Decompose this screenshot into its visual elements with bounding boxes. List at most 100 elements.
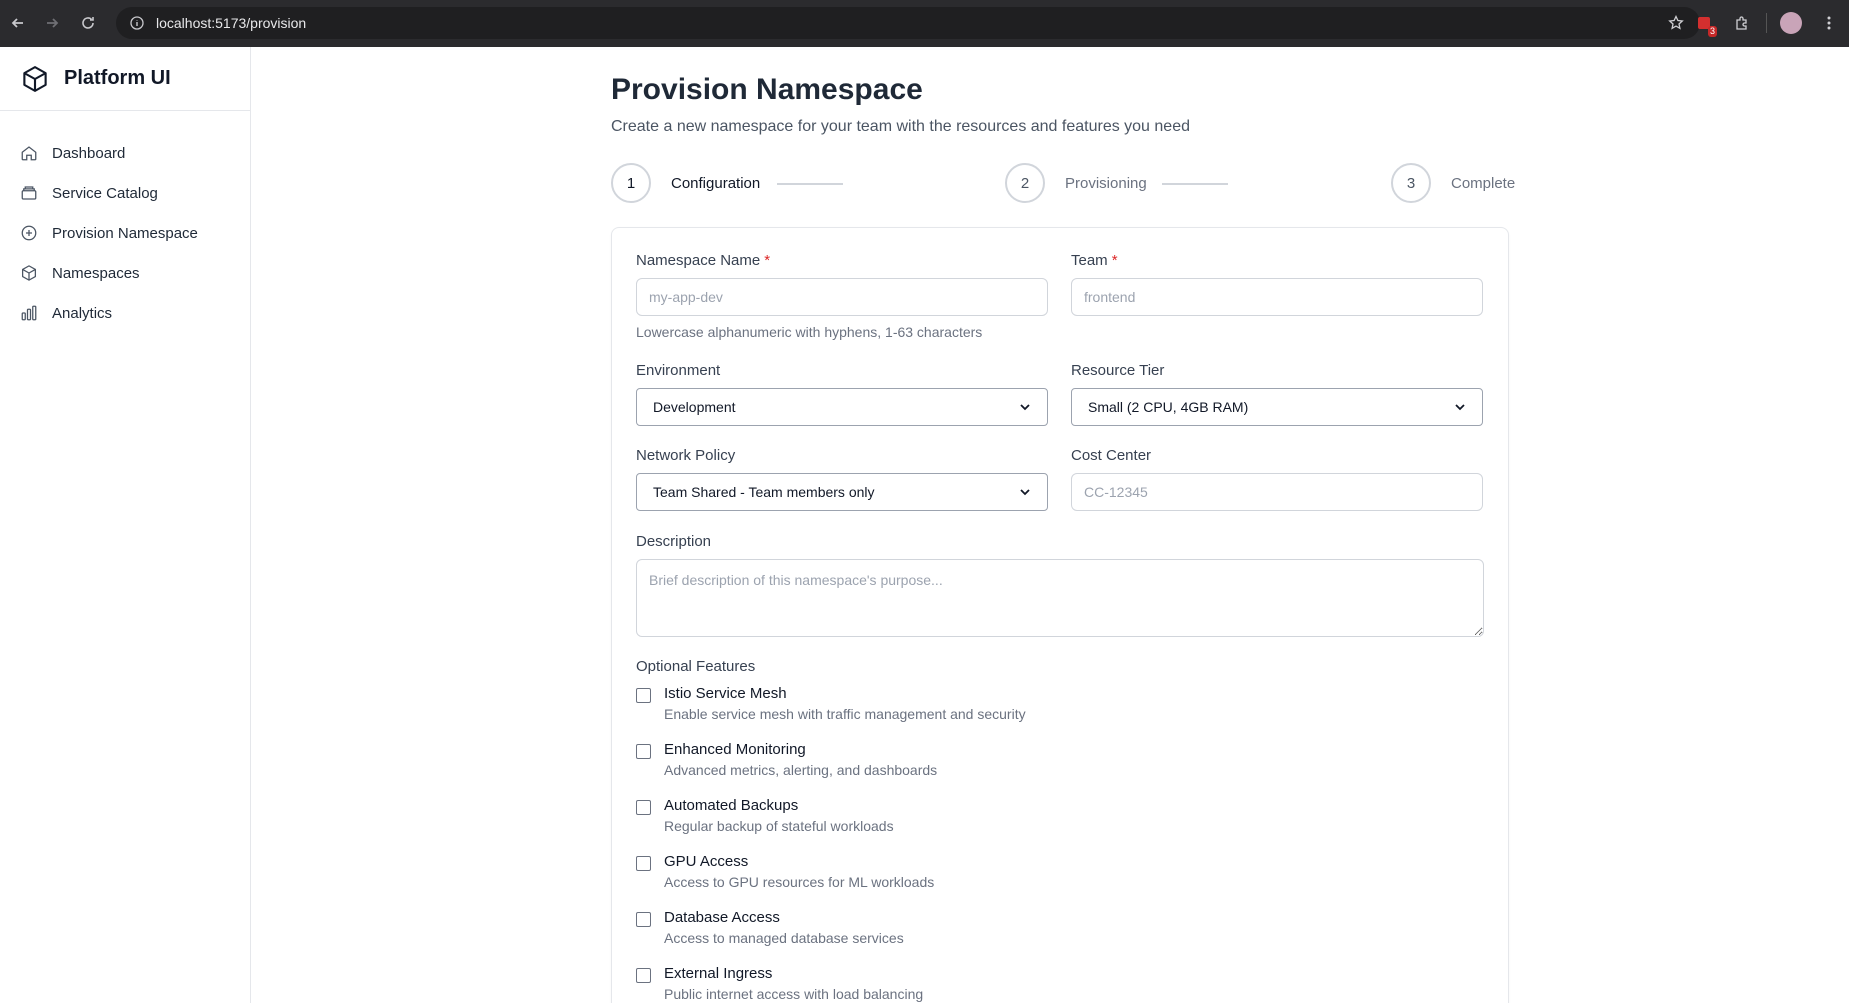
feature-checkbox[interactable] (636, 688, 651, 703)
main-content: Provision Namespace Create a new namespa… (252, 47, 1849, 1003)
select-value: Team Shared - Team members only (653, 484, 875, 500)
feature-checkbox[interactable] (636, 968, 651, 983)
reload-button[interactable] (70, 5, 106, 41)
resource-tier-field: Resource Tier Small (2 CPU, 4GB RAM) (1071, 362, 1483, 426)
network-policy-select[interactable]: Team Shared - Team members only (636, 473, 1048, 511)
feature-title: Automated Backups (664, 797, 799, 814)
browser-toolbar: localhost:5173/provision 3 (0, 0, 1849, 47)
cube-logo-icon (23, 65, 47, 92)
bar-chart-icon (21, 305, 37, 321)
team-field: Team * (1071, 252, 1483, 316)
feature-description: Public internet access with load balanci… (664, 986, 924, 1002)
feature-checkbox[interactable] (636, 856, 651, 871)
description-field: Description (636, 533, 1484, 642)
home-icon (21, 146, 37, 161)
step-label: Complete (1451, 174, 1516, 192)
feature-description: Regular backup of stateful workloads (664, 818, 894, 834)
feature-description: Access to GPU resources for ML workloads (664, 874, 935, 890)
step-label: Provisioning (1065, 174, 1147, 192)
url-text: localhost:5173/provision (156, 15, 307, 31)
required-marker: * (764, 252, 771, 269)
sidebar: Platform UI Dashboard Service Catalog Pr… (0, 47, 251, 1003)
feature-checkbox[interactable] (636, 800, 651, 815)
extension-badge: 3 (1707, 26, 1717, 37)
chevron-down-icon (1020, 404, 1030, 411)
sidebar-item-namespaces[interactable]: Namespaces (0, 253, 250, 293)
feature-checkbox[interactable] (636, 912, 651, 927)
extensions-menu-button[interactable] (1728, 9, 1756, 37)
feature-description: Access to managed database services (664, 930, 904, 946)
plus-circle-icon (21, 225, 37, 241)
browser-actions: 3 (1690, 7, 1849, 39)
feature-title: Enhanced Monitoring (664, 741, 806, 758)
more-vertical-icon (1827, 16, 1831, 30)
page-subtitle: Create a new namespace for your team wit… (611, 118, 1190, 135)
namespace-name-input[interactable] (636, 278, 1048, 316)
step-configuration: 1 Configuration (611, 163, 760, 203)
step-number: 2 (1005, 163, 1045, 203)
resource-tier-select[interactable]: Small (2 CPU, 4GB RAM) (1071, 388, 1483, 426)
field-label: Namespace Name * (636, 252, 771, 269)
puzzle-icon (1736, 16, 1747, 30)
environment-select[interactable]: Development (636, 388, 1048, 426)
namespace-name-field: Namespace Name* Lowercase alphanumeric w… (636, 252, 1048, 340)
feature-title: Database Access (664, 909, 780, 926)
required-marker: * (1111, 252, 1118, 269)
sidebar-item-service-catalog[interactable]: Service Catalog (0, 173, 250, 213)
select-value: Development (653, 399, 736, 415)
sidebar-item-analytics[interactable]: Analytics (0, 293, 250, 333)
page-title: Provision Namespace (611, 73, 923, 106)
sidebar-item-label: Dashboard (52, 144, 126, 162)
field-label: Environment (636, 362, 721, 379)
sidebar-item-label: Provision Namespace (52, 224, 198, 242)
network-policy-field: Network Policy Team Shared - Team member… (636, 447, 1048, 511)
field-label: Resource Tier (1071, 362, 1165, 379)
brand[interactable]: Platform UI (0, 47, 250, 111)
browser-menu-button[interactable] (1815, 9, 1843, 37)
feature-external-ingress: External Ingress Public internet access … (636, 965, 923, 1002)
feature-database-access: Database Access Access to managed databa… (636, 909, 904, 946)
chevron-down-icon (1020, 489, 1030, 496)
step-provisioning: 2 Provisioning (1005, 163, 1147, 203)
sidebar-nav: Dashboard Service Catalog Provision Name… (0, 111, 250, 333)
optional-features-label: Optional Features (636, 658, 756, 675)
reload-icon (82, 17, 94, 29)
sidebar-item-provision-namespace[interactable]: Provision Namespace (0, 213, 250, 253)
step-number: 3 (1391, 163, 1431, 203)
feature-title: Istio Service Mesh (664, 685, 787, 702)
arrow-right-icon (47, 18, 59, 28)
toolbar-divider (1766, 13, 1767, 33)
cost-center-input[interactable] (1071, 473, 1483, 511)
step-complete: 3 Complete (1391, 163, 1515, 203)
bookmark-star-icon[interactable] (1668, 15, 1684, 31)
description-textarea[interactable] (636, 559, 1484, 637)
forward-button[interactable] (34, 5, 70, 41)
namespace-name-hint: Lowercase alphanumeric with hyphens, 1-6… (636, 324, 983, 340)
feature-enhanced-monitoring: Enhanced Monitoring Advanced metrics, al… (636, 741, 937, 778)
team-input[interactable] (1071, 278, 1483, 316)
configuration-form: Namespace Name* Lowercase alphanumeric w… (611, 227, 1509, 1003)
brand-name: Platform UI (64, 67, 171, 89)
step-number: 1 (611, 163, 651, 203)
sidebar-item-dashboard[interactable]: Dashboard (0, 133, 250, 173)
feature-description: Advanced metrics, alerting, and dashboar… (664, 762, 938, 778)
feature-description: Enable service mesh with traffic managem… (664, 706, 1026, 722)
address-bar[interactable]: localhost:5173/provision (116, 7, 1700, 39)
field-label: Network Policy (636, 447, 736, 464)
catalog-icon (21, 186, 37, 200)
field-label: Description (636, 533, 712, 550)
back-button[interactable] (0, 5, 36, 41)
feature-gpu-access: GPU Access Access to GPU resources for M… (636, 853, 934, 890)
cost-center-field: Cost Center (1071, 447, 1483, 511)
avatar (1780, 12, 1802, 34)
profile-button[interactable] (1777, 9, 1805, 37)
sidebar-item-label: Service Catalog (52, 184, 158, 202)
cube-icon (21, 265, 37, 281)
stepper: 1 Configuration 2 Provisioning 3 Complet… (611, 163, 1515, 207)
feature-checkbox[interactable] (636, 744, 651, 759)
feature-title: External Ingress (664, 965, 773, 982)
extension-button[interactable]: 3 (1690, 9, 1718, 37)
sidebar-item-label: Analytics (52, 304, 113, 322)
site-info-icon[interactable] (130, 16, 144, 30)
step-label: Configuration (671, 174, 761, 192)
